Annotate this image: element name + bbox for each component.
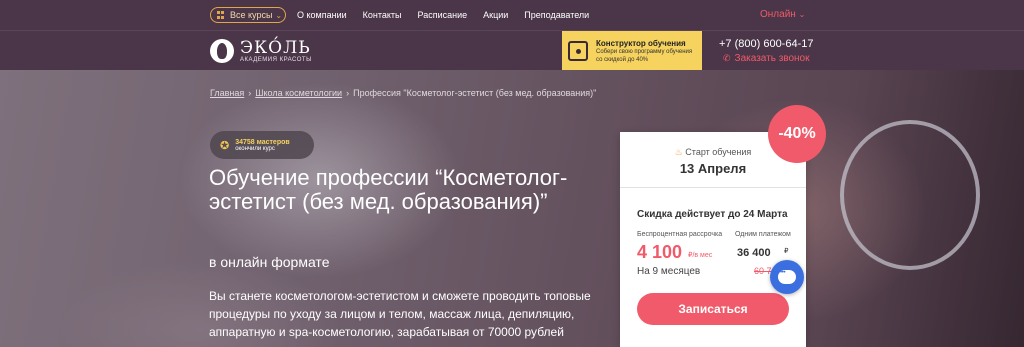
single-payment-price: 36 400 <box>737 247 771 259</box>
breadcrumb-home[interactable]: Главная <box>210 88 244 98</box>
hero-image-decoration <box>840 120 980 270</box>
discount-deadline: Скидка действует до 24 Марта <box>637 209 788 220</box>
nav-link-contacts[interactable]: Контакты <box>363 10 402 20</box>
constructor-description: Собери свою программу обучения со скидко… <box>596 48 693 63</box>
all-courses-label: Все курсы <box>230 10 273 20</box>
discount-badge: -40% <box>768 105 826 163</box>
phone-icon: ✆ <box>723 53 731 63</box>
top-nav-bar: Все курсы ⌄ О компании Контакты Расписан… <box>0 0 1024 30</box>
installment-unit: ₽/в мес <box>688 252 713 259</box>
phone-number[interactable]: +7 (800) 600-64-17 <box>719 38 813 50</box>
online-dropdown[interactable]: Онлайн ⌄ <box>760 9 805 20</box>
logo[interactable]: ЭКО́ЛЬ АКАДЕМИЯ КРАСОТЫ <box>210 37 312 65</box>
stars-icon: ✪ <box>220 139 230 152</box>
start-date: 13 Апреля <box>679 161 747 176</box>
callback-link[interactable]: ✆ Заказать звонок <box>723 53 810 64</box>
callback-label: Заказать звонок <box>734 53 810 64</box>
nav-link-schedule[interactable]: Расписание <box>418 10 468 20</box>
chevron-down-icon: ⌄ <box>275 10 283 20</box>
all-courses-button[interactable]: Все курсы ⌄ <box>210 7 286 23</box>
puzzle-icon <box>568 41 588 61</box>
logo-subtitle: АКАДЕМИЯ КРАСОТЫ <box>240 57 312 63</box>
breadcrumb-separator: › <box>248 88 252 98</box>
hero-description: Вы станете косметологом-эстетистом и смо… <box>209 289 591 339</box>
pricing-card: ♨ Старт обучения 13 Апреля Скидка действ… <box>620 132 806 347</box>
breadcrumb-separator: › <box>346 88 350 98</box>
installment-price: 4 100 <box>637 242 683 262</box>
logo-name: ЭКО́ЛЬ <box>240 38 311 58</box>
nav-link-promotions[interactable]: Акции <box>483 10 508 20</box>
main-nav: О компании Контакты Расписание Акции Пре… <box>297 0 605 30</box>
enroll-button[interactable]: Записаться <box>637 293 789 325</box>
single-payment-label: Одним платежом <box>735 231 791 238</box>
nav-link-about[interactable]: О компании <box>297 10 347 20</box>
start-label: Старт обучения <box>685 147 752 157</box>
installment-months: На 9 месяцев <box>637 266 701 277</box>
chat-icon <box>778 270 796 284</box>
currency-symbol: ₽ <box>784 248 789 255</box>
installment-label: Беспроцентная рассрочка <box>637 231 723 238</box>
chat-widget-button[interactable] <box>770 260 804 294</box>
site-header: ЭКО́ЛЬ АКАДЕМИЯ КРАСОТЫ Конструктор обуч… <box>0 30 1024 71</box>
masters-subtitle: окончили курс <box>235 145 275 152</box>
nav-link-teachers[interactable]: Преподаватели <box>524 10 589 20</box>
breadcrumb-current: Профессия "Косметолог-эстетист (без мед.… <box>353 88 597 98</box>
hero-section: Главная › Школа косметологии › Профессия… <box>0 70 1024 347</box>
page-title: Обучение профессии “Косметолог-эстетист … <box>209 165 568 214</box>
divider <box>620 187 806 188</box>
breadcrumb-section[interactable]: Школа косметологии <box>255 88 342 98</box>
masters-count: 34758 мастеров <box>235 138 290 146</box>
hero-subtitle: в онлайн формате <box>209 254 330 270</box>
logo-mark-icon <box>210 39 234 63</box>
grid-icon <box>217 11 225 19</box>
constructor-title: Конструктор обучения <box>596 38 686 48</box>
chevron-down-icon: ⌄ <box>798 10 806 19</box>
flame-icon: ♨ <box>674 147 683 157</box>
course-constructor-banner[interactable]: Конструктор обучения Собери свою програм… <box>562 31 702 71</box>
old-price: 60 7 <box>754 266 772 276</box>
breadcrumb: Главная › Школа косметологии › Профессия… <box>210 88 596 98</box>
online-label: Онлайн <box>760 9 796 20</box>
masters-badge: ✪ 34758 мастеров окончили курс <box>210 131 314 159</box>
